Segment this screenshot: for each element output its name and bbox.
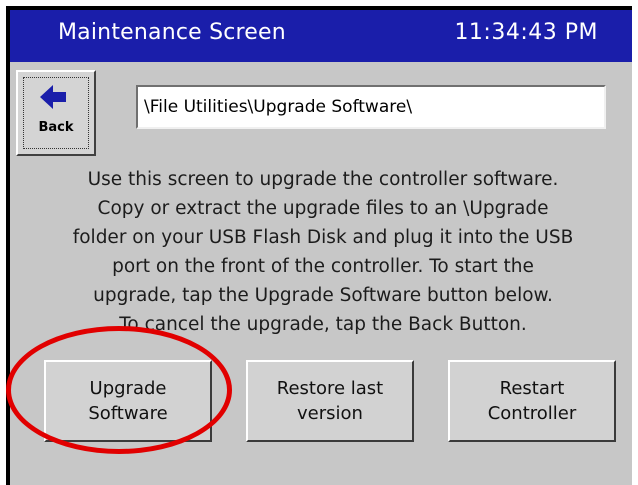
- upgrade-software-label-line2: Software: [88, 403, 168, 424]
- instructions-line: folder on your USB Flash Disk and plug i…: [72, 227, 574, 248]
- back-button-label: Back: [38, 120, 74, 135]
- maintenance-screen: Maintenance Screen 11:34:43 PM Back \Fil…: [10, 10, 632, 485]
- restore-label-line2: version: [297, 403, 363, 424]
- upgrade-software-button[interactable]: Upgrade Software: [44, 360, 212, 442]
- title-bar: Maintenance Screen 11:34:43 PM: [10, 10, 632, 62]
- instructions-line: To cancel the upgrade, tap the Back Butt…: [119, 314, 527, 335]
- back-button[interactable]: Back: [16, 70, 96, 156]
- restart-controller-button[interactable]: Restart Controller: [448, 360, 616, 442]
- screen-title: Maintenance Screen: [58, 20, 286, 45]
- instructions-line: upgrade, tap the Upgrade Software button…: [93, 285, 553, 306]
- restart-label-line2: Controller: [487, 403, 577, 424]
- restart-label-line1: Restart: [499, 378, 565, 399]
- path-field[interactable]: \File Utilities\Upgrade Software\: [136, 85, 606, 129]
- instructions-line: Use this screen to upgrade the controlle…: [87, 169, 559, 190]
- instructions-line: port on the front of the controller. To …: [112, 256, 534, 277]
- restore-label-line1: Restore last: [276, 378, 384, 399]
- clock: 11:34:43 PM: [454, 20, 598, 45]
- restore-last-version-button[interactable]: Restore last version: [246, 360, 414, 442]
- left-arrow-icon: [40, 85, 66, 109]
- instructions-line: Copy or extract the upgrade files to an …: [97, 198, 549, 219]
- instructions-text: Use this screen to upgrade the controlle…: [30, 165, 616, 339]
- upgrade-software-label-line1: Upgrade: [89, 378, 167, 399]
